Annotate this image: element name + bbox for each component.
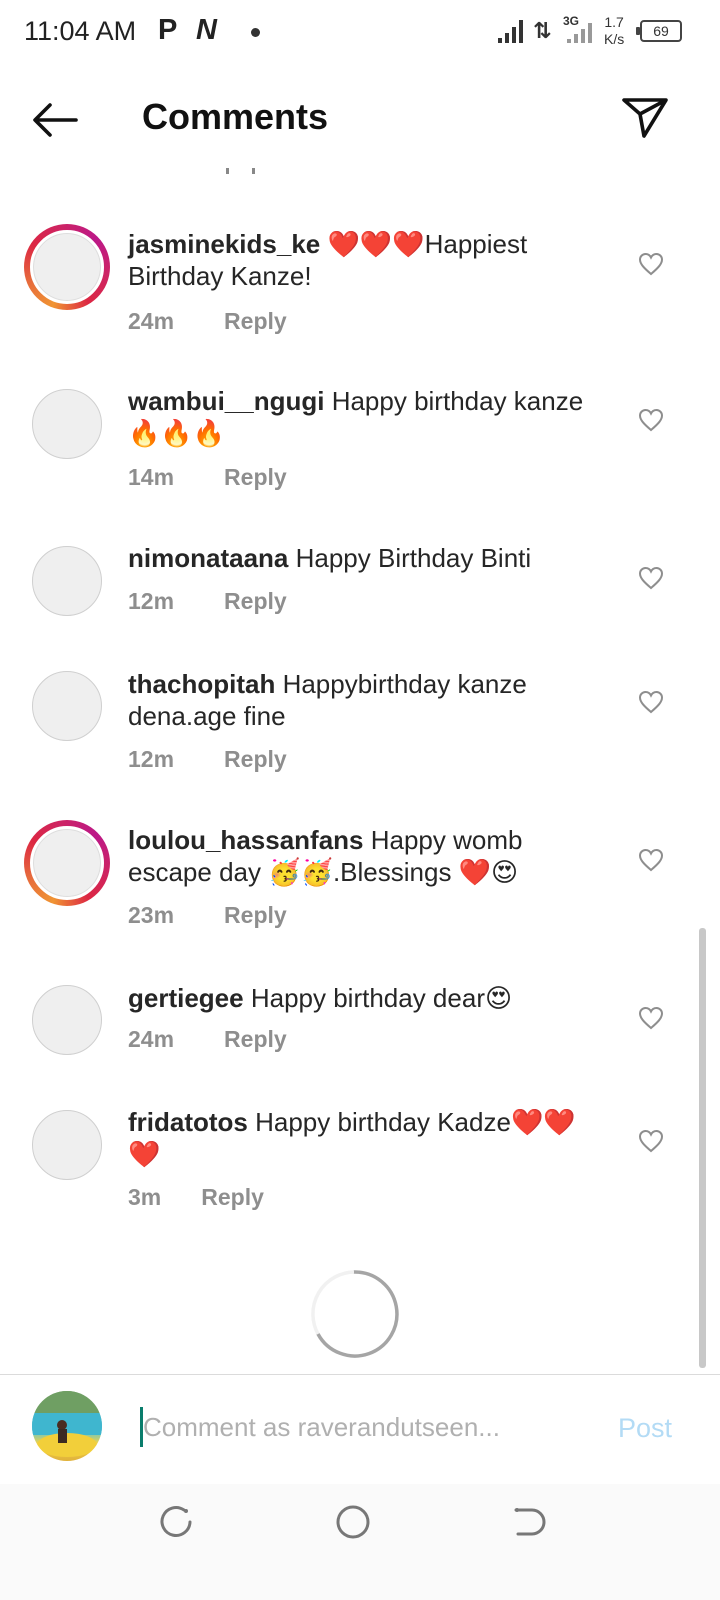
comment-meta: 14m Reply [128,464,287,491]
app-header: Comments [0,80,720,160]
profile-photo-icon [32,1391,102,1457]
reply-button[interactable]: Reply [224,1026,287,1052]
like-heart-icon[interactable] [638,1006,664,1030]
comment-username[interactable]: nimonataana [128,543,288,573]
comment-time: 12m [128,746,175,772]
comment-meta: 24m Reply [128,1026,287,1053]
comment-username[interactable]: jasminekids_ke [128,229,320,259]
like-heart-icon[interactable] [638,1129,664,1153]
comment-meta: 3m Reply [128,1184,264,1211]
comment-username[interactable]: wambui__ngugi [128,386,324,416]
clipped-previous-comment [226,168,255,174]
comment-composer: Post [0,1374,720,1484]
comment-body: gertiegee Happy birthday dear😍 [128,982,608,1014]
comment-username[interactable]: thachopitah [128,669,275,699]
comment-username[interactable]: gertiegee [128,983,244,1013]
avatar[interactable] [32,1110,102,1180]
comment-text: Happy Birthday Binti [288,543,532,573]
reply-button[interactable]: Reply [224,746,287,772]
post-button[interactable]: Post [618,1413,672,1444]
like-heart-icon[interactable] [638,690,664,714]
comment-body: nimonataana Happy Birthday Binti [128,542,608,574]
comment-body: thachopitah Happybirthday kanze dena.age… [128,668,608,732]
reply-button[interactable]: Reply [224,588,287,614]
network-speed-unit: K/s [604,31,625,47]
reply-button[interactable]: Reply [224,902,287,928]
reply-button[interactable]: Reply [224,308,287,334]
comment-input[interactable] [143,1405,583,1449]
comment-meta: 12m Reply [128,746,287,773]
comment-time: 14m [128,464,175,490]
notification-p-icon: P [158,14,178,46]
avatar[interactable] [32,671,102,741]
network-speed: 1.7 K/s [604,14,624,48]
like-heart-icon[interactable] [638,252,664,276]
back-arrow-icon[interactable] [30,100,80,140]
comment-time: 12m [128,588,175,614]
more-notifications-dot-icon [251,28,260,37]
recent-apps-icon[interactable] [156,1502,196,1542]
comment-body: loulou_hassanfans Happy womb escape day … [128,824,608,888]
battery-level: 69 [653,23,669,39]
network-speed-value: 1.7 [604,14,624,30]
signal-strength-icon [498,20,523,43]
comment-meta: 24m Reply [128,308,287,335]
home-icon[interactable] [333,1502,373,1542]
avatar-story-ring[interactable] [24,224,110,310]
comment-body: jasminekids_ke ❤️❤️❤️Happiest Birthday K… [128,228,608,292]
comment-time: 23m [128,902,175,928]
reply-button[interactable]: Reply [201,1184,264,1210]
comment-time: 24m [128,1026,175,1052]
avatar [30,826,104,900]
share-send-icon[interactable] [620,94,670,140]
back-nav-icon[interactable] [508,1502,548,1542]
avatar[interactable] [32,389,102,459]
page-title: Comments [142,96,329,137]
data-transfer-icon: ⇅ [533,18,552,43]
avatar[interactable] [32,985,102,1055]
comment-meta: 23m Reply [128,902,287,929]
like-heart-icon[interactable] [638,566,664,590]
system-nav-bar [0,1484,720,1600]
battery-icon: 69 [636,20,682,42]
comment-time: 3m [128,1184,162,1210]
like-heart-icon[interactable] [638,408,664,432]
avatar[interactable] [32,546,102,616]
avatar-story-ring[interactable] [24,820,110,906]
comment-time: 24m [128,308,175,334]
signal-strength-2-icon [567,23,592,43]
comment-username[interactable]: loulou_hassanfans [128,825,364,855]
notification-n-icon: N [196,14,217,46]
scrollbar[interactable] [699,928,706,1368]
comment-text: Happy birthday dear😍 [243,983,513,1013]
my-avatar [32,1391,102,1461]
comment-meta: 12m Reply [128,588,287,615]
avatar [30,230,104,304]
comment-body: wambui__ngugi Happy birthday kanze 🔥🔥🔥 [128,385,608,449]
status-bar: 11:04 AM P N ⇅ 3G 1.7 K/s 69 [0,0,720,64]
like-heart-icon[interactable] [638,848,664,872]
status-time: 11:04 AM [24,16,137,46]
comment-username[interactable]: fridatotos [128,1107,248,1137]
loading-spinner-icon [311,1270,399,1358]
reply-button[interactable]: Reply [224,464,287,490]
comment-body: fridatotos Happy birthday Kadze❤️❤️❤️ [128,1106,608,1170]
